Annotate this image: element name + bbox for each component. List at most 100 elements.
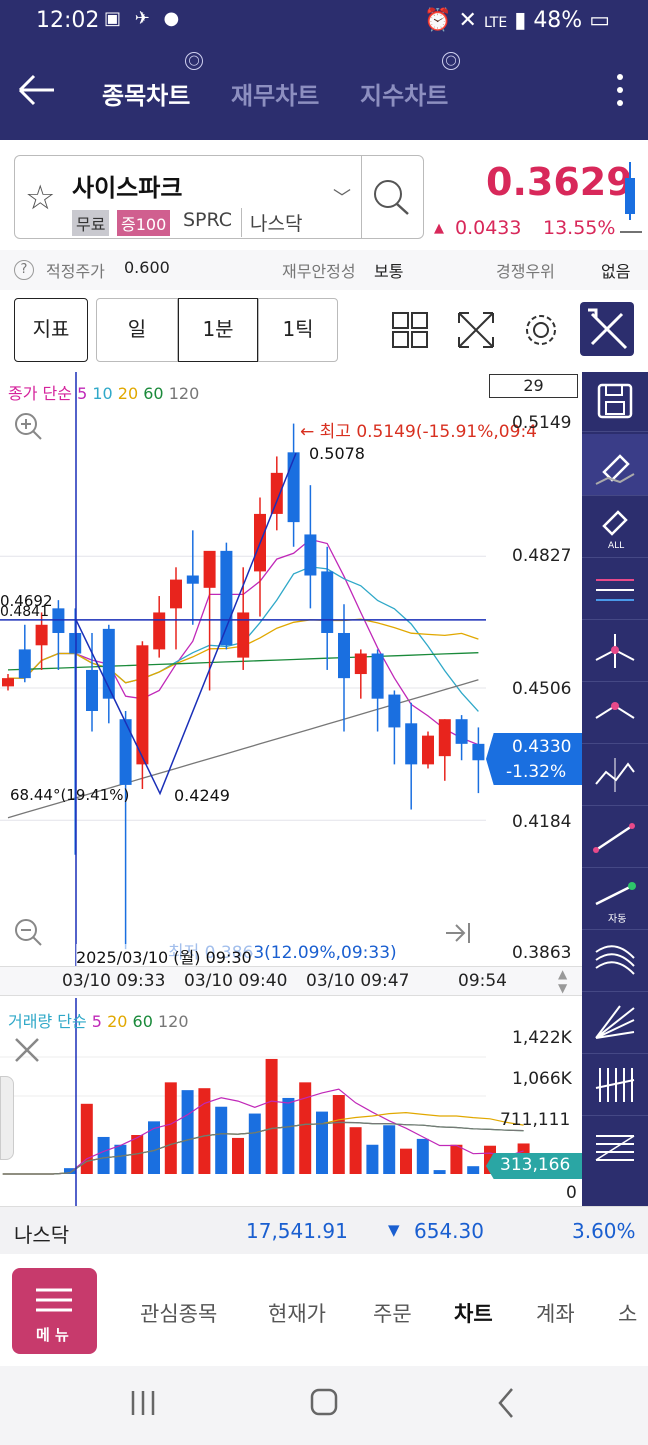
menu-label: 메 뉴 — [36, 1326, 69, 1344]
arc-tool-button[interactable] — [582, 930, 648, 992]
candle-count-box[interactable]: 29 — [489, 374, 578, 398]
tab-stock-chart[interactable]: 종목차트 — [102, 76, 190, 111]
price-chart[interactable] — [0, 372, 582, 968]
close-volume-icon[interactable] — [12, 1035, 42, 1065]
fibonacci-tool-button[interactable] — [582, 1116, 648, 1178]
auto-trend-tool-button[interactable]: 자동 — [582, 868, 648, 930]
mini-candle-icon — [620, 162, 642, 233]
trendline-tool-button[interactable] — [582, 806, 648, 868]
current-price-marker-value: 0.4330 — [512, 737, 572, 757]
up-triangle-icon: ▲ — [434, 221, 444, 236]
nav-current-price[interactable]: 현재가 — [268, 1298, 326, 1328]
candle — [338, 604, 350, 732]
stock-selector[interactable]: ☆ 사이스파크 무료 증100 SPRC 나스닥 ﹀ — [14, 155, 424, 239]
tools-icon — [588, 308, 628, 350]
y-tick-1: 0.4827 — [512, 546, 572, 566]
candle — [388, 690, 401, 765]
period-day-button[interactable]: 일 — [96, 298, 178, 362]
eraser-tool-button[interactable] — [582, 434, 648, 496]
volume-bar — [232, 1137, 244, 1174]
system-back-icon[interactable] — [494, 1386, 518, 1420]
nav-account[interactable]: 계좌 — [536, 1298, 575, 1328]
stock-name: 사이스파크 — [72, 174, 183, 202]
candle-body — [119, 719, 132, 785]
candle-body — [304, 534, 317, 576]
y-tick-4: 0.4184 — [512, 812, 572, 832]
tab-finance-chart[interactable]: 재무차트 — [231, 76, 319, 111]
current-price-marker-pct: -1.32% — [506, 762, 567, 782]
stability-label: 재무안정성 — [282, 262, 356, 281]
crosshair-price-b: 0.4841 — [0, 604, 49, 620]
battery-percent: 48% — [533, 8, 583, 33]
candle — [422, 731, 434, 769]
price-change-pct: 13.55% — [543, 217, 616, 239]
nav-more-partial[interactable]: 소 — [618, 1298, 637, 1328]
hcl-line-icon — [596, 579, 634, 601]
fan-tool-button[interactable] — [582, 992, 648, 1054]
grid-layout-icon[interactable] — [392, 312, 428, 348]
legend-main-label: 종가 단순 — [8, 384, 72, 403]
volume-bar — [349, 1127, 362, 1174]
y-tick-5: 0.3863 — [512, 943, 572, 963]
vol-y-tick-1: 1,066K — [512, 1069, 572, 1089]
status-battery: ⏰ ✕ LTE ▮ 48% ▭ — [424, 8, 610, 33]
candle-body — [2, 678, 14, 687]
back-icon[interactable] — [16, 70, 56, 110]
peak-tool-button[interactable] — [582, 682, 648, 744]
index-ticker[interactable]: 나스닥 17,541.91 ▼ 654.30 3.60% — [0, 1206, 648, 1254]
y-tick-2: 0.4506 — [512, 679, 572, 699]
candle-body — [422, 735, 434, 765]
nav-watchlist[interactable]: 관심종목 — [140, 1298, 217, 1328]
tools-button[interactable] — [580, 302, 634, 356]
candle — [102, 624, 115, 724]
x-tick-3: 09:54 — [458, 971, 507, 991]
search-button[interactable] — [361, 156, 423, 238]
period-1min-button[interactable]: 1분 — [178, 298, 258, 362]
zoom-in-icon[interactable] — [12, 410, 44, 442]
indicator-button[interactable]: 지표 — [14, 298, 88, 362]
svg-text:자동: 자동 — [608, 913, 626, 925]
volume-bar — [450, 1144, 463, 1174]
stock-market: 나스닥 — [241, 208, 306, 237]
save-tool-button[interactable] — [582, 372, 648, 432]
settings-gear-icon[interactable] — [522, 311, 560, 349]
help-icon[interactable]: ? — [14, 260, 34, 280]
eraser-all-tool-button[interactable]: ALL — [582, 496, 648, 558]
cycle-tool-button[interactable] — [582, 1054, 648, 1116]
hcl-line-tool-button[interactable] — [582, 558, 648, 620]
more-menu-icon[interactable] — [610, 70, 630, 114]
candle — [220, 542, 233, 650]
y-tick-0: 0.5149 — [512, 413, 572, 433]
nav-chart[interactable]: 차트 — [454, 1298, 493, 1328]
home-icon[interactable] — [308, 1386, 340, 1418]
resize-handle-icon[interactable]: ▲ ▼ — [558, 967, 567, 995]
cycle-lines-icon — [595, 1068, 635, 1102]
drawer-handle[interactable] — [0, 1076, 14, 1160]
nav-order[interactable]: 주문 — [373, 1298, 412, 1328]
volume-bar — [332, 1095, 345, 1174]
chevron-down-icon[interactable]: ﹀ — [333, 184, 351, 210]
jump-to-end-icon[interactable] — [444, 920, 474, 946]
menu-button[interactable]: 메 뉴 — [12, 1268, 97, 1354]
favorite-star-icon[interactable]: ☆ — [25, 178, 55, 218]
candle-body — [136, 645, 149, 765]
tab-index-chart[interactable]: 지수차트 — [360, 76, 448, 111]
period-1tick-button[interactable]: 1틱 — [258, 298, 338, 362]
candle — [86, 632, 98, 732]
fullscreen-icon[interactable] — [457, 311, 495, 349]
stock-ticker: SPRC — [183, 209, 233, 231]
candle — [304, 485, 317, 609]
fair-price-label: 적정주가 — [46, 262, 105, 281]
legend-vma120: 120 — [157, 1012, 189, 1031]
eraser-icon — [595, 454, 635, 485]
volume-bar — [366, 1144, 379, 1174]
recent-apps-icon[interactable] — [128, 1388, 158, 1418]
zoom-out-icon[interactable] — [12, 916, 44, 948]
tag-margin: 증100 — [117, 210, 171, 236]
legend-vma20: 20 — [107, 1012, 128, 1031]
crosshair-date-label: 2025/03/10 (월) 09:30 — [76, 944, 252, 968]
zigzag-tool-button[interactable] — [582, 744, 648, 806]
candle-body — [203, 550, 216, 588]
cross-tool-button[interactable] — [582, 620, 648, 682]
candle — [170, 567, 182, 650]
